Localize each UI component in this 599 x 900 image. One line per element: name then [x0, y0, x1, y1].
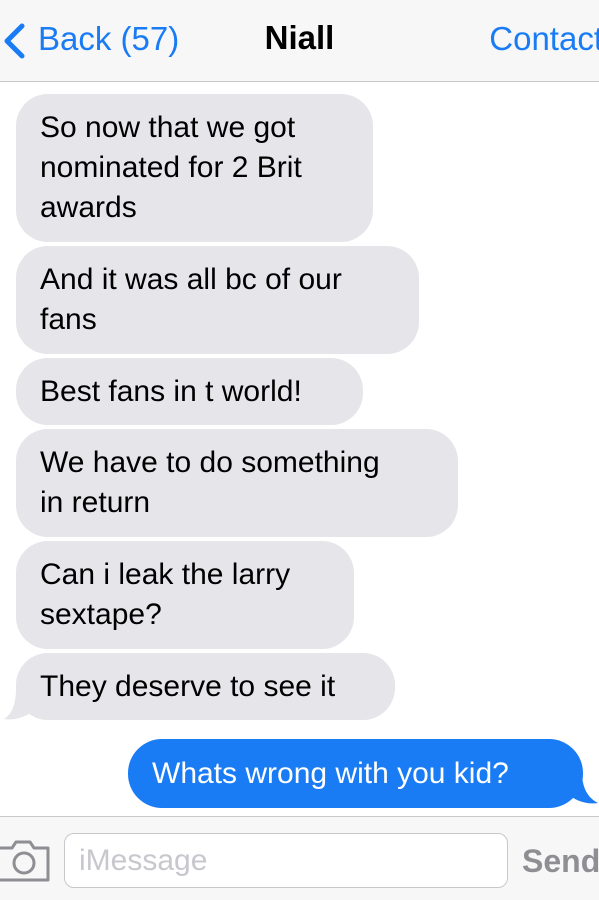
incoming-message-bubble[interactable]: And it was all bc of our fans [16, 246, 419, 354]
imessage-input[interactable] [64, 833, 508, 888]
contact-button[interactable]: Contact [489, 19, 599, 59]
message-text: Can i leak the larry sextape? [40, 558, 291, 631]
incoming-bubble-tail [4, 688, 38, 720]
outgoing-message-bubble[interactable]: Whats wrong with you kid? [128, 739, 583, 808]
incoming-message-bubble[interactable]: They deserve to see it [16, 653, 395, 720]
message-text: They deserve to see it [40, 670, 336, 703]
incoming-message-bubble[interactable]: Best fans in t world! [16, 358, 363, 425]
message-text: So now that we got nominated for 2 Brit … [40, 111, 302, 224]
message-text: We have to do something in return [40, 446, 380, 519]
message-text: And it was all bc of our fans [40, 263, 342, 336]
send-button[interactable]: Send [522, 838, 599, 884]
incoming-message-bubble[interactable]: So now that we got nominated for 2 Brit … [16, 94, 373, 242]
incoming-message-bubble[interactable]: Can i leak the larry sextape? [16, 541, 354, 649]
navigation-bar: Back (57) Niall Contact [0, 0, 599, 82]
incoming-message-bubble[interactable]: We have to do something in return [16, 429, 458, 537]
outgoing-bubble-tail [564, 772, 598, 804]
message-text: Best fans in t world! [40, 375, 302, 408]
messages-screen: Back (57) Niall Contact So now that we g… [0, 0, 599, 900]
message-text: Whats wrong with you kid? [152, 757, 509, 790]
camera-icon[interactable] [0, 838, 50, 884]
